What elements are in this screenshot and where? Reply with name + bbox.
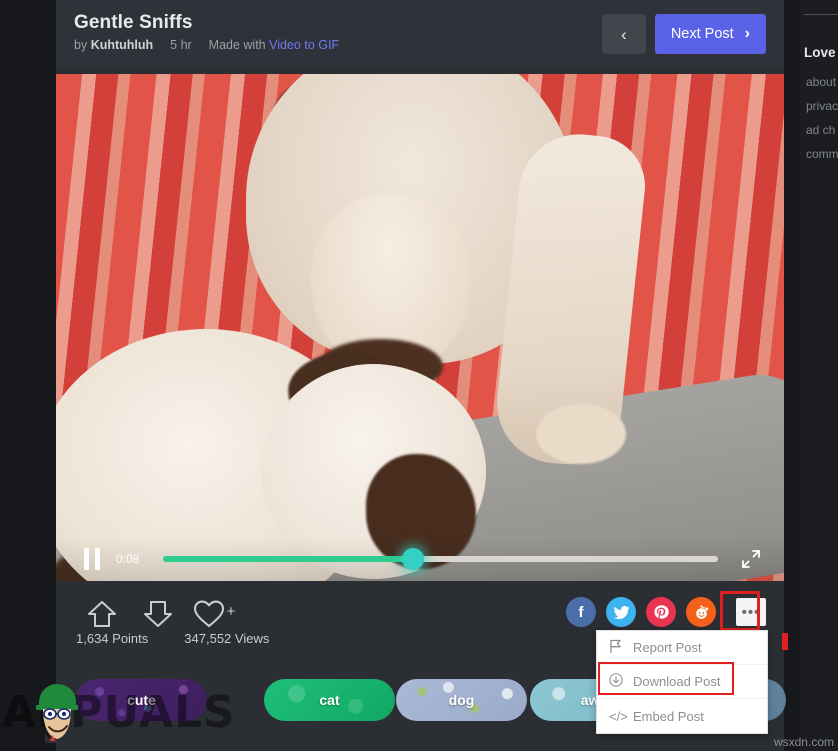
seek-bar-fill <box>163 556 413 562</box>
facebook-share-icon[interactable]: f <box>566 597 596 627</box>
next-post-button[interactable]: Next Post › <box>654 14 766 54</box>
menu-item-label: Download Post <box>633 674 721 689</box>
fullscreen-icon[interactable] <box>740 548 762 570</box>
pause-icon[interactable] <box>80 548 106 570</box>
seek-bar[interactable] <box>163 548 718 570</box>
previous-post-button[interactable]: ‹ <box>601 14 646 54</box>
favorite-plus-label: + <box>226 602 236 620</box>
pinterest-share-icon[interactable] <box>646 597 676 627</box>
favorite-button[interactable]: + <box>186 595 242 633</box>
vote-row: + <box>74 595 242 633</box>
imgur-post-page: Gentle Sniffs by Kuhtuhluh 5 hr Made wit… <box>0 0 838 751</box>
seek-bar-handle[interactable] <box>401 548 424 570</box>
made-with-link[interactable]: Video to GIF <box>269 38 339 52</box>
page-title: Gentle Sniffs <box>74 12 193 33</box>
post-author[interactable]: Kuhtuhluh <box>91 38 153 52</box>
twitter-share-icon[interactable] <box>606 597 636 627</box>
menu-item-download-post[interactable]: Download Post <box>597 665 767 699</box>
code-icon: </> <box>609 708 628 724</box>
by-prefix: by <box>74 38 88 52</box>
menu-item-report-post[interactable]: Report Post <box>597 631 767 665</box>
more-options-button[interactable]: ••• <box>736 598 766 626</box>
sidebar-link-about[interactable]: about <box>806 75 838 89</box>
tag-pill[interactable]: cat <box>264 679 395 721</box>
menu-item-label: Embed Post <box>633 708 704 724</box>
share-row: f ••• <box>556 591 766 631</box>
made-with-prefix: Made with <box>208 38 266 52</box>
post-options-menu: Report Post Download Post </> Embed Post <box>596 630 768 734</box>
reddit-share-icon[interactable] <box>686 597 716 627</box>
video-player[interactable]: 0:08 <box>56 74 784 581</box>
highlight-fragment <box>782 633 788 650</box>
more-options-wrapper: ••• <box>720 591 766 631</box>
header-nav-buttons: ‹ Next Post › <box>601 14 766 54</box>
sidebar-title: Love <box>804 45 836 60</box>
player-controls: 0:08 <box>56 537 784 581</box>
chevron-right-icon: › <box>744 25 750 42</box>
upvote-arrow-icon[interactable] <box>74 595 130 633</box>
post-header: Gentle Sniffs by Kuhtuhluh 5 hr Made wit… <box>56 0 784 69</box>
current-time-label: 0:08 <box>116 552 140 566</box>
menu-item-embed-post[interactable]: </> Embed Post <box>597 699 767 733</box>
next-post-label: Next Post <box>670 26 734 42</box>
sidebar-link-privacy[interactable]: privac <box>806 99 838 113</box>
points-count: 1,634 Points <box>76 631 149 646</box>
page-background-left <box>0 0 56 751</box>
tag-pill[interactable]: cute <box>76 679 207 721</box>
flag-icon <box>609 639 633 657</box>
sidebar-divider <box>804 14 838 15</box>
post-meta: by Kuhtuhluh 5 hr Made with Video to GIF <box>74 38 339 52</box>
tag-pill[interactable]: dog <box>396 679 527 721</box>
site-watermark: wsxdn.com <box>773 735 834 749</box>
post-age: 5 hr <box>170 38 192 52</box>
views-count: 347,552 Views <box>184 631 270 646</box>
sidebar-links: about privac ad ch comm <box>806 75 838 171</box>
downvote-arrow-icon[interactable] <box>130 595 186 633</box>
right-sidebar: Love about privac ad ch comm <box>800 0 838 751</box>
sidebar-link-comments[interactable]: comm <box>806 147 838 161</box>
post-stats: 1,634 Points 347,552 Views <box>76 631 269 646</box>
sidebar-link-ad-choices[interactable]: ad ch <box>806 123 838 137</box>
video-frame-image <box>56 74 784 581</box>
download-circle-icon <box>609 673 633 690</box>
menu-item-label: Report Post <box>633 640 702 655</box>
